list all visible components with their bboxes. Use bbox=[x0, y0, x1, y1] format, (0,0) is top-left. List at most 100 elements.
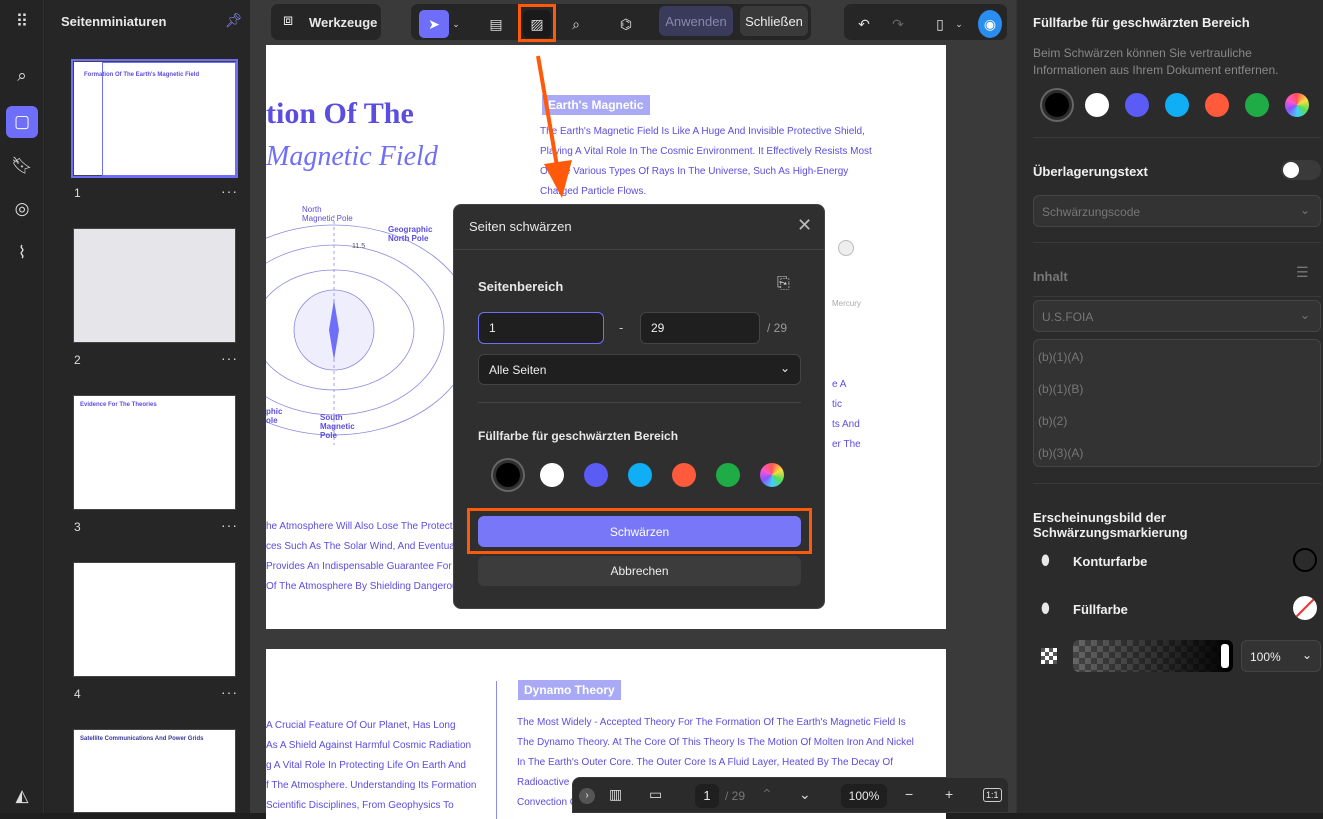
highlight-box bbox=[518, 4, 556, 42]
more-icon[interactable]: ··· bbox=[221, 517, 238, 533]
search-redact-icon[interactable]: ⌕ bbox=[561, 10, 591, 38]
annotation-arrow bbox=[536, 55, 572, 198]
ai-assistant-icon[interactable]: ◉ bbox=[978, 10, 1002, 38]
doc-subtitle: Magnetic Field bbox=[266, 141, 438, 172]
search-icon[interactable]: ⌕ bbox=[6, 60, 38, 92]
redaction-properties-panel: Füllfarbe für geschwärzten Bereich Beim … bbox=[1016, 0, 1323, 813]
highlight-box bbox=[467, 508, 812, 554]
fill-description: Beim Schwärzen können Sie vertrauliche I… bbox=[1033, 46, 1279, 77]
thumbnail-page-5[interactable]: Satellite Communications And Power Grids bbox=[73, 729, 236, 813]
color-swatch-10aef5[interactable] bbox=[628, 463, 652, 487]
overlay-text-label: Überlagerungstext bbox=[1033, 164, 1148, 179]
redaction-toolbar: ➤ ⌄ ▤ ▨ ⌕ ⌬ Anwenden Schließen bbox=[410, 3, 812, 41]
page-range-label: Seitenbereich bbox=[478, 279, 564, 294]
to-page-input[interactable]: 29 bbox=[640, 312, 760, 344]
chevron-down-icon[interactable]: ⌄ bbox=[451, 10, 461, 38]
settings-sliders-icon[interactable]: ☰ bbox=[1296, 264, 1309, 281]
overlay-text-toggle[interactable] bbox=[1281, 160, 1321, 180]
cancel-button[interactable]: Abbrechen bbox=[478, 556, 801, 586]
attachment-icon[interactable]: ⌇ bbox=[6, 237, 38, 269]
panel-title: Seitenminiaturen bbox=[61, 14, 167, 29]
slider-handle bbox=[1221, 644, 1229, 668]
page-number: 4 bbox=[74, 687, 81, 701]
collapse-icon[interactable]: › bbox=[579, 788, 595, 804]
select-tool-icon[interactable]: ➤ bbox=[419, 10, 449, 38]
fill-color-title: Füllfarbe für geschwärzten Bereich bbox=[1033, 15, 1250, 30]
zoom-out-icon[interactable]: − bbox=[905, 786, 913, 802]
code-item[interactable]: (b)(1)(B) bbox=[1038, 382, 1083, 396]
redo-icon[interactable]: ↷ bbox=[886, 10, 910, 38]
content-label: Inhalt bbox=[1033, 269, 1068, 284]
outline-color-swatch[interactable] bbox=[1293, 548, 1317, 572]
next-page-icon[interactable]: ⌄ bbox=[799, 786, 811, 803]
stamp-icon[interactable]: ◭ bbox=[6, 780, 38, 812]
pages-icon[interactable]: ▢ bbox=[6, 106, 38, 138]
page-layout-icon[interactable]: ▥ bbox=[609, 786, 622, 803]
thumbnail-page-3[interactable]: Evidence For The Theories bbox=[73, 395, 236, 510]
color-swatch-1fab45[interactable] bbox=[1245, 93, 1269, 117]
color-swatch-multicolor[interactable] bbox=[1285, 93, 1309, 117]
zoom-in-icon[interactable]: + bbox=[945, 786, 953, 802]
save-icon[interactable]: ▯ bbox=[928, 10, 952, 38]
page-range-icon[interactable]: ⎘ bbox=[777, 275, 790, 293]
more-icon[interactable]: ··· bbox=[221, 183, 238, 199]
fill-color-label: Füllfarbe bbox=[1073, 602, 1128, 617]
color-swatch-multicolor[interactable] bbox=[760, 463, 784, 487]
undo-icon[interactable]: ↶ bbox=[852, 10, 876, 38]
opacity-slider[interactable] bbox=[1073, 640, 1233, 672]
history-toolbar: ↶ ↷ ▯ ⌄ ◉ bbox=[843, 3, 1008, 41]
page-scope-select[interactable]: Alle Seiten ⌄ bbox=[478, 354, 801, 385]
close-icon[interactable]: ✕ bbox=[797, 215, 812, 236]
bookmark-icon[interactable]: 🔖︎ bbox=[6, 150, 38, 182]
code-list: (b)(1)(A) (b)(1)(B) (b)(2) (b)(3)(A) bbox=[1033, 339, 1321, 467]
page-input[interactable]: 1 bbox=[695, 784, 719, 808]
more-icon[interactable]: ··· bbox=[221, 350, 238, 366]
previous-page-icon[interactable]: ⌃ bbox=[761, 786, 773, 803]
page-number: 1 bbox=[74, 186, 81, 200]
thumbnail-page-4[interactable] bbox=[73, 562, 236, 677]
actual-size-button[interactable]: 1:1 bbox=[983, 788, 1002, 802]
toolbox-icon: ⧈ bbox=[283, 12, 294, 29]
code-item[interactable]: (b)(2) bbox=[1038, 414, 1067, 428]
chevron-down-icon: ⌄ bbox=[779, 361, 790, 375]
color-swatch-ff5a3c[interactable] bbox=[672, 463, 696, 487]
code-item[interactable]: (b)(1)(A) bbox=[1038, 350, 1083, 364]
color-swatch-5b5bf5[interactable] bbox=[1125, 93, 1149, 117]
color-swatch-000000[interactable] bbox=[1045, 93, 1069, 117]
more-icon[interactable]: ··· bbox=[221, 684, 238, 700]
tools-button[interactable]: ⧈ Werkzeuge bbox=[270, 3, 382, 41]
page-number: 3 bbox=[74, 520, 81, 534]
apply-button[interactable]: Anwenden bbox=[659, 6, 733, 36]
opacity-select[interactable]: 100% ⌄ bbox=[1241, 640, 1321, 672]
thumbnail-page-1[interactable]: Formation Of The Earth's Magnetic Field bbox=[71, 59, 238, 178]
code-item[interactable]: (b)(3)(A) bbox=[1038, 446, 1083, 460]
presentation-icon[interactable]: ▭ bbox=[649, 786, 662, 803]
page-navigation-bar: › ▥ ▭ 1 / 29 ⌃ ⌄ 100% − + 1:1 bbox=[572, 777, 1009, 813]
comment-icon[interactable]: ◎ bbox=[6, 193, 38, 225]
doc-heading: Dynamo Theory bbox=[518, 680, 621, 700]
color-swatch-ffffff[interactable] bbox=[1085, 93, 1109, 117]
no-fill-swatch[interactable] bbox=[1293, 596, 1317, 620]
color-swatch-ff5a3c[interactable] bbox=[1205, 93, 1229, 117]
redact-area-icon[interactable]: ▤ bbox=[481, 10, 511, 38]
pin-icon[interactable]: 📌︎ bbox=[225, 12, 243, 29]
content-select[interactable]: U.S.FOIA ⌄ bbox=[1033, 300, 1321, 332]
sanitize-icon[interactable]: ⌬ bbox=[611, 10, 641, 38]
doc-title: tion Of The bbox=[266, 97, 414, 130]
color-swatch-000000[interactable] bbox=[496, 463, 520, 487]
close-button[interactable]: Schließen bbox=[740, 6, 808, 36]
page-number: 2 bbox=[74, 353, 81, 367]
color-swatch-5b5bf5[interactable] bbox=[584, 463, 608, 487]
chevron-down-icon[interactable]: ⌄ bbox=[952, 10, 966, 38]
opacity-icon bbox=[1041, 648, 1057, 664]
color-swatch-ffffff[interactable] bbox=[540, 463, 564, 487]
redaction-code-select[interactable]: Schwärzungscode ⌄ bbox=[1033, 195, 1321, 227]
thumbnail-page-2[interactable] bbox=[73, 228, 236, 343]
from-page-input[interactable]: 1 bbox=[478, 312, 604, 344]
fill-color-label: Füllfarbe für geschwärzten Bereich bbox=[478, 429, 679, 443]
left-icon-bar: ⠿ ⌕ ▢ 🔖︎ ◎ ⌇ ◭ bbox=[0, 0, 44, 813]
apps-icon[interactable]: ⠿ bbox=[6, 6, 38, 38]
color-swatch-1fab45[interactable] bbox=[716, 463, 740, 487]
color-swatch-10aef5[interactable] bbox=[1165, 93, 1189, 117]
zoom-level[interactable]: 100% bbox=[841, 784, 887, 808]
